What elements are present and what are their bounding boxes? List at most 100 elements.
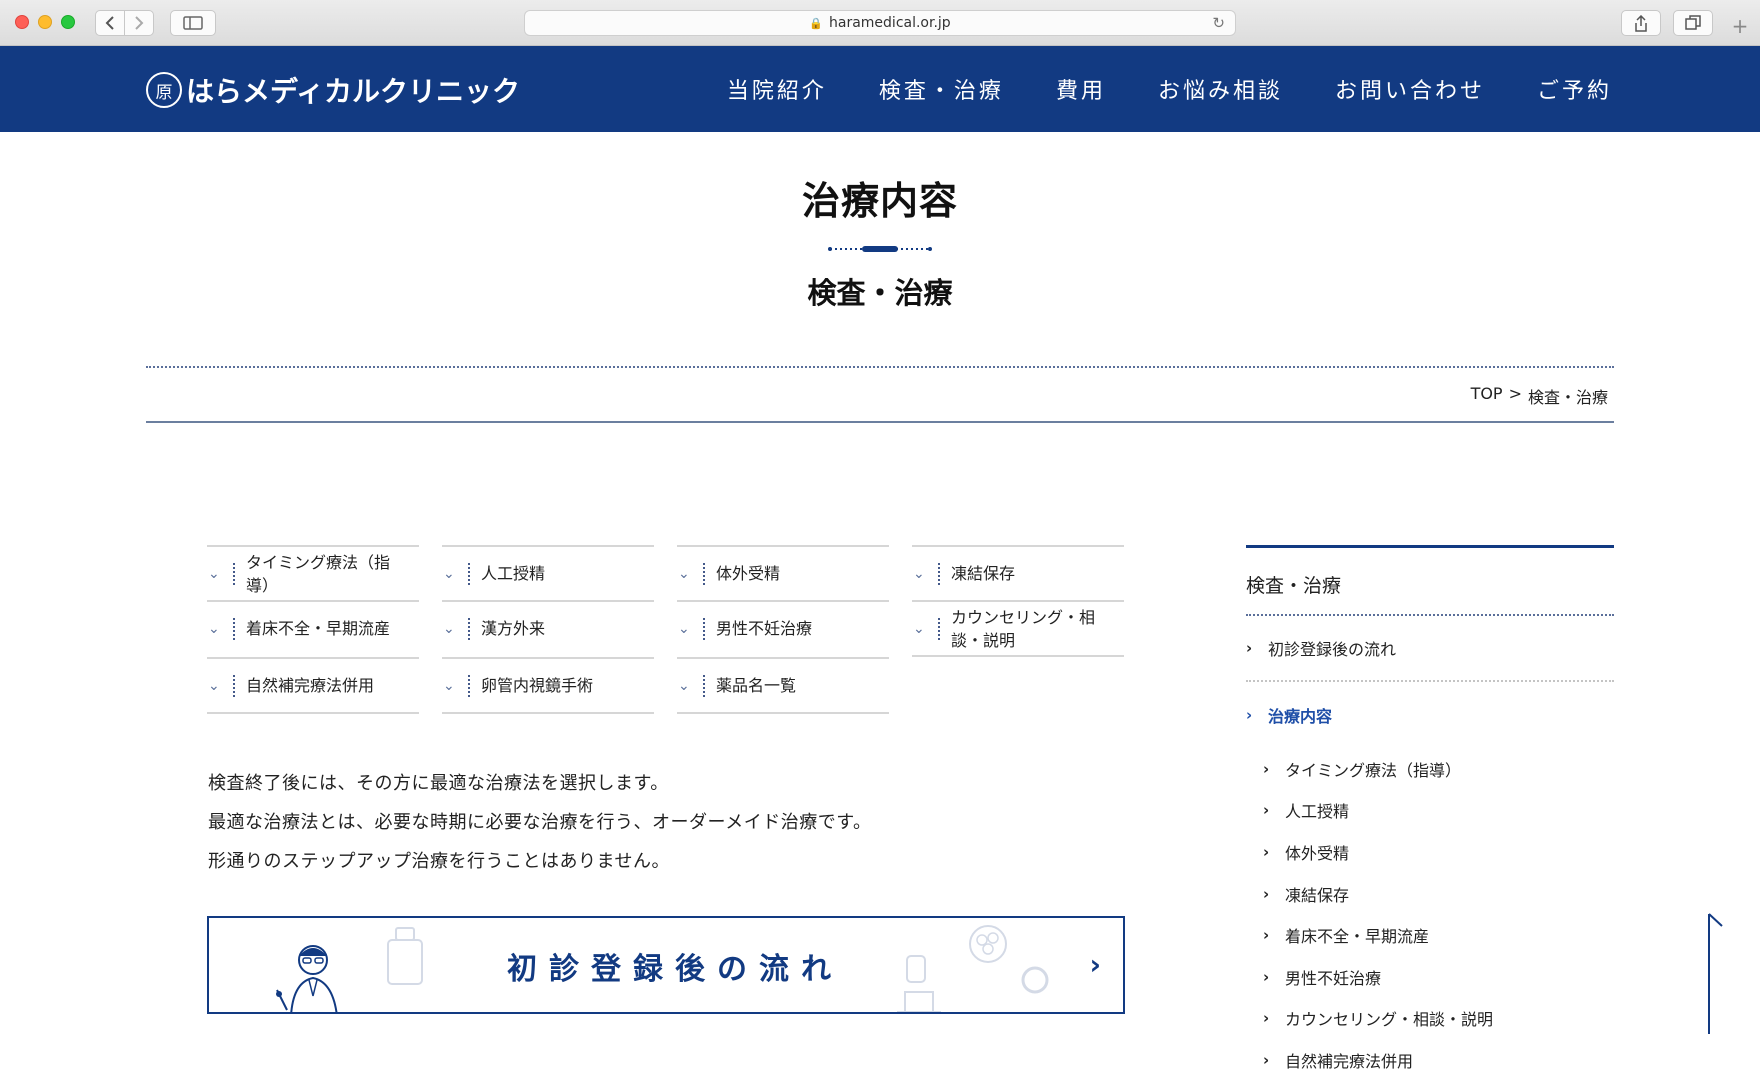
bottle-decoration-icon [387, 927, 423, 985]
anchor-link-male-infertility[interactable]: ⌄ 男性不妊治療 [677, 600, 889, 655]
side-navigation: 検査・治療 › 初診登録後の流れ › 治療内容 › タイミング療法（指導） › 人工… [1246, 545, 1614, 1081]
side-sublink-ivf[interactable]: › 体外受精 [1263, 831, 1614, 873]
side-sub-links: › タイミング療法（指導） › 人工授精 › 体外受精 › 凍結保存 › 着床不全・早期流… [1246, 748, 1614, 1081]
chevron-right-icon: › [1246, 639, 1253, 657]
share-button[interactable] [1621, 10, 1661, 36]
chevron-down-icon: ⌄ [678, 620, 690, 637]
intro-line: 検査終了後には、その方に最適な治療法を選択します。 [208, 773, 669, 794]
sidebar-toggle-button[interactable] [170, 10, 216, 36]
side-sublink-label: カウンセリング・相談・説明 [1285, 1010, 1494, 1030]
global-nav: 当院紹介 検査・治療 費用 お悩み相談 お問い合わせ ご予約 [675, 46, 1612, 132]
browser-toolbar: 🔒 haramedical.or.jp ↻ + [0, 0, 1760, 46]
nav-fees[interactable]: 費用 [1056, 73, 1106, 105]
chevron-right-icon: › [1263, 1009, 1270, 1028]
anchor-link-kampo[interactable]: ⌄ 漢方外来 [442, 600, 654, 655]
chevron-right-icon: › [1263, 884, 1270, 903]
logo-emblem-icon: 原 [146, 72, 182, 108]
page-title: 治療内容 [801, 178, 958, 223]
breadcrumb-divider-bottom [146, 421, 1614, 423]
reload-icon[interactable]: ↻ [1212, 14, 1225, 32]
side-link-treatment-content[interactable]: › 治療内容 [1246, 682, 1614, 748]
anchor-link-label: 漢方外来 [481, 619, 546, 638]
minimize-window-button[interactable] [38, 15, 52, 29]
anchor-link-natural-therapy[interactable]: ⌄ 自然補完療法併用 [207, 657, 419, 714]
breadcrumb: TOP > 検査・治療 [1471, 384, 1608, 408]
side-sublink-label: 凍結保存 [1285, 885, 1350, 905]
logo-text: はらメディカルクリニック [186, 75, 521, 108]
side-sublink-freezing[interactable]: › 凍結保存 [1263, 873, 1614, 915]
anchor-link-counseling[interactable]: ⌄ カウンセリング・相談・説明 [912, 600, 1124, 657]
anchor-link-label: 卵管内視鏡手術 [481, 676, 594, 695]
anchor-link-falloposcopy[interactable]: ⌄ 卵管内視鏡手術 [442, 657, 654, 714]
nav-reservation[interactable]: ご予約 [1537, 73, 1612, 105]
side-sublink-label: 自然補完療法併用 [1285, 1051, 1414, 1071]
chevron-right-icon: › [1246, 706, 1253, 724]
nav-about[interactable]: 当院紹介 [727, 73, 827, 105]
chevron-down-icon: ⌄ [208, 565, 220, 582]
chevron-right-icon: › [1263, 759, 1270, 778]
side-sublink-timing[interactable]: › タイミング療法（指導） [1263, 748, 1614, 790]
share-icon [1635, 14, 1647, 32]
anchor-link-label: 着床不全・早期流産 [246, 619, 391, 638]
chevron-right-icon: › [1089, 948, 1101, 981]
side-sublink-natural-therapy[interactable]: › 自然補完療法併用 [1263, 1039, 1614, 1081]
anchor-link-label: 凍結保存 [951, 564, 1016, 583]
site-logo[interactable]: 原 はらメディカルクリニック [146, 70, 520, 110]
chevron-down-icon: ⌄ [913, 620, 925, 637]
zoom-window-button[interactable] [61, 15, 75, 29]
side-sublink-male-infertility[interactable]: › 男性不妊治療 [1263, 956, 1614, 998]
site-header: 原 はらメディカルクリニック 当院紹介 検査・治療 費用 お悩み相談 お問い合わ… [0, 46, 1760, 132]
back-to-top-icon[interactable] [1706, 912, 1726, 1034]
intro-line: 形通りのステップアップ治療を行うことはありません。 [208, 851, 670, 872]
forward-button[interactable] [124, 10, 154, 36]
new-tab-button[interactable]: + [1725, 12, 1755, 40]
anchor-link-label: カウンセリング・相談・説明 [951, 607, 1096, 650]
nav-contact[interactable]: お問い合わせ [1335, 73, 1485, 105]
anchor-link-insemination[interactable]: ⌄ 人工授精 [442, 545, 654, 600]
anchor-link-freezing[interactable]: ⌄ 凍結保存 [912, 545, 1124, 600]
intro-text: 検査終了後には、その方に最適な治療法を選択します。 最適な治療法とは、必要な時期… [208, 764, 871, 881]
breadcrumb-home-link[interactable]: TOP [1471, 384, 1503, 408]
chevron-down-icon: ⌄ [678, 677, 690, 694]
first-visit-flow-banner[interactable]: 初診登録後の流れ › [207, 916, 1125, 1014]
page-subtitle: 検査・治療 [807, 276, 953, 310]
breadcrumb-separator: > [1508, 384, 1522, 403]
anchor-link-label: 男性不妊治療 [716, 619, 813, 638]
chevron-right-icon: › [1263, 926, 1270, 945]
tabs-icon [1685, 15, 1701, 30]
breadcrumb-divider-top [146, 366, 1614, 368]
cell-decoration-icon [969, 925, 1007, 963]
lock-icon: 🔒 [809, 16, 823, 30]
tab-overview-button[interactable] [1673, 10, 1713, 36]
anchor-link-ivf[interactable]: ⌄ 体外受精 [677, 545, 889, 600]
anchor-link-timing[interactable]: ⌄ タイミング療法（指導） [207, 545, 419, 600]
microscope-decoration-icon [897, 955, 941, 1012]
nav-consultation[interactable]: お悩み相談 [1158, 73, 1283, 105]
sidebar-icon [183, 16, 203, 30]
chevron-down-icon: ⌄ [678, 565, 690, 582]
ring-decoration-icon [1021, 966, 1049, 994]
side-link-label: 初診登録後の流れ [1268, 640, 1397, 659]
side-link-label: 治療内容 [1268, 707, 1333, 726]
close-window-button[interactable] [15, 15, 29, 29]
doctor-illustration-icon [276, 945, 338, 1012]
side-link-first-visit-flow[interactable]: › 初診登録後の流れ [1246, 616, 1614, 682]
anchor-link-drug-list[interactable]: ⌄ 薬品名一覧 [677, 657, 889, 714]
chevron-left-icon [105, 16, 114, 30]
chevron-right-icon [135, 16, 144, 30]
side-sublink-implantation[interactable]: › 着床不全・早期流産 [1263, 914, 1614, 956]
nav-tests-treatment[interactable]: 検査・治療 [879, 73, 1004, 105]
chevron-down-icon: ⌄ [443, 565, 455, 582]
anchor-link-implantation[interactable]: ⌄ 着床不全・早期流産 [207, 600, 419, 655]
side-sublink-insemination[interactable]: › 人工授精 [1263, 790, 1614, 832]
chevron-down-icon: ⌄ [913, 565, 925, 582]
chevron-down-icon: ⌄ [208, 620, 220, 637]
url-text: haramedical.or.jp [829, 15, 951, 31]
address-bar[interactable]: 🔒 haramedical.or.jp ↻ [524, 10, 1236, 36]
title-divider-ornament [828, 246, 932, 252]
anchor-link-grid: ⌄ タイミング療法（指導） ⌄ 人工授精 ⌄ 体外受精 ⌄ 凍結保存 ⌄ 着床不… [207, 545, 1125, 714]
side-sublink-counseling[interactable]: › カウンセリング・相談・説明 [1263, 998, 1614, 1040]
chevron-down-icon: ⌄ [443, 677, 455, 694]
back-button[interactable] [95, 10, 125, 36]
anchor-link-label: 人工授精 [481, 564, 546, 583]
